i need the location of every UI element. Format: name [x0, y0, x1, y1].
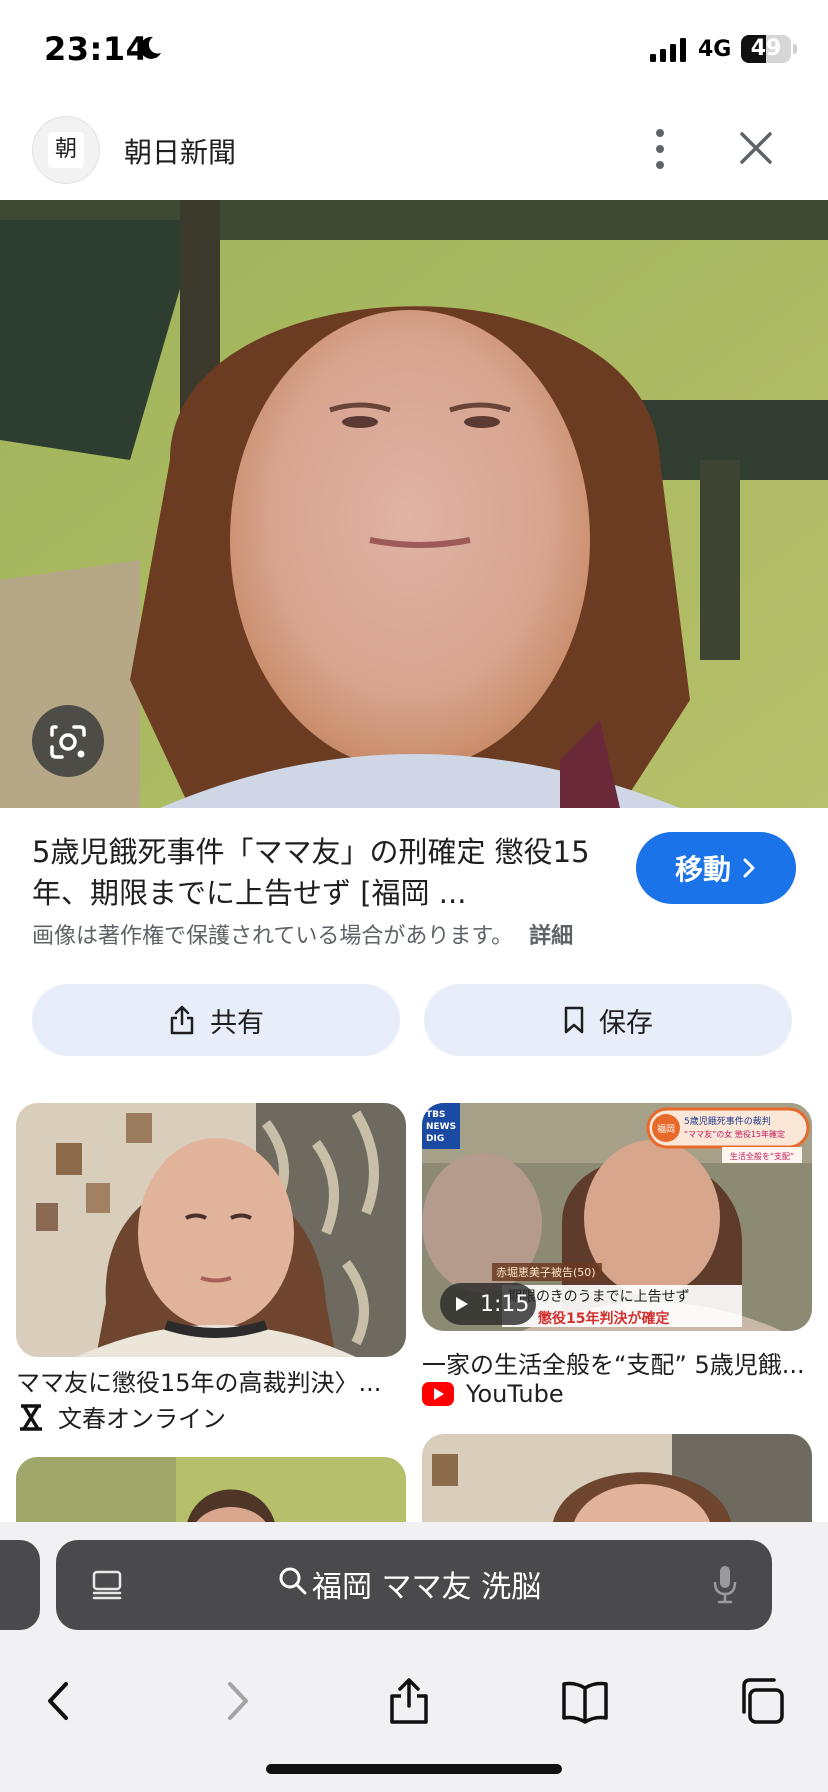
battery-icon: 49 — [741, 35, 791, 63]
visit-button[interactable]: 移動 — [636, 832, 796, 904]
overlay-caption-name: 赤堀恵美子被告(50) — [496, 1265, 596, 1279]
network-type: 4G — [698, 37, 732, 62]
related-image-3[interactable] — [16, 1457, 406, 1527]
overlay-headline-2: “ママ友”の女 懲役15年確定 — [684, 1129, 785, 1139]
video-duration: 1:15 — [480, 1291, 530, 1317]
copyright-text: 画像は著作権で保護されている場合があります。 — [32, 924, 514, 949]
share-label: 共有 — [210, 1007, 264, 1039]
share-button[interactable]: 共有 — [32, 984, 400, 1056]
lens-icon — [50, 725, 86, 759]
channel-logo-text-2: NEWS — [426, 1122, 456, 1132]
related-title-1[interactable]: ママ友に懲役15年の高裁判決〉... — [16, 1363, 406, 1398]
source-logo[interactable]: 朝 — [32, 116, 100, 184]
related-title-2[interactable]: 一家の生活全般を“支配” 5歳児餓... — [422, 1345, 812, 1380]
related-source-name-1: 文春オンライン — [58, 1405, 226, 1433]
play-icon — [456, 1297, 468, 1311]
video-duration-badge: 1:15 — [440, 1283, 536, 1325]
channel-logo-text-3: DIG — [426, 1134, 444, 1144]
status-bar: 23:14 4G 49 — [0, 0, 828, 100]
browser-bottom-bar: 福岡 ママ友 洗脳 — [0, 1522, 828, 1792]
address-bar[interactable]: 福岡 ママ友 洗脳 — [56, 1540, 772, 1630]
save-button[interactable]: 保存 — [424, 984, 792, 1056]
bookmarks-icon[interactable] — [560, 1676, 610, 1726]
page-menu-icon[interactable] — [90, 1568, 124, 1602]
related-image-4[interactable] — [422, 1434, 812, 1527]
previous-tab-preview[interactable] — [0, 1540, 40, 1630]
address-text[interactable]: 福岡 ママ友 洗脳 — [312, 1562, 541, 1606]
bookmark-icon — [564, 1006, 584, 1034]
main-photo — [0, 200, 828, 808]
related-photo-3 — [16, 1457, 406, 1527]
main-image[interactable] — [0, 200, 828, 808]
share-icon — [170, 1005, 194, 1035]
channel-logo-text: TBS — [426, 1110, 445, 1120]
overlay-caption-2: 懲役15年判決が確定 — [537, 1310, 669, 1327]
tabs-icon[interactable] — [736, 1676, 786, 1726]
related-source-1[interactable]: 文春オンライン — [16, 1399, 226, 1434]
home-indicator[interactable] — [266, 1764, 562, 1774]
source-name[interactable]: 朝日新聞 — [124, 131, 236, 171]
save-label: 保存 — [599, 1007, 653, 1039]
more-options-icon[interactable] — [646, 126, 674, 172]
youtube-icon — [422, 1382, 454, 1406]
battery-percent: 49 — [750, 36, 782, 61]
forward-icon[interactable] — [212, 1676, 262, 1726]
close-icon[interactable] — [736, 128, 776, 168]
microphone-icon[interactable] — [712, 1564, 738, 1604]
bunshun-logo-icon — [20, 1403, 42, 1431]
copyright-notice: 画像は著作権で保護されている場合があります。 詳細 — [32, 918, 573, 950]
related-photo-1 — [16, 1103, 406, 1357]
status-time: 23:14 — [44, 30, 149, 68]
related-source-2[interactable]: YouTube — [422, 1380, 564, 1408]
details-link[interactable]: 詳細 — [529, 924, 573, 949]
overlay-headline-3: 生活全般を“支配” — [730, 1151, 794, 1161]
chevron-right-icon — [743, 858, 755, 878]
moon-icon — [140, 36, 161, 59]
related-source-name-2: YouTube — [466, 1380, 564, 1408]
google-lens-button[interactable] — [32, 705, 104, 777]
source-header: 朝 朝日新聞 — [0, 100, 828, 200]
battery-tip — [793, 44, 797, 54]
related-photo-4 — [422, 1434, 812, 1527]
result-title[interactable]: 5歳児餓死事件「ママ友」の刑確定 懲役15年、期限までに上告せず [福岡 ... — [32, 832, 602, 914]
cellular-signal-icon — [650, 38, 686, 62]
related-image-1[interactable] — [16, 1103, 406, 1357]
source-logo-glyph: 朝 — [48, 132, 84, 168]
back-icon[interactable] — [34, 1676, 84, 1726]
overlay-tag: 福岡 — [657, 1123, 675, 1135]
visit-label: 移動 — [674, 853, 731, 886]
related-video-2[interactable]: TBS NEWS DIG 福岡 5歳児餓死事件の裁判 “ママ友”の女 懲役15年… — [422, 1103, 812, 1331]
browser-toolbar — [0, 1660, 828, 1740]
search-icon — [279, 1567, 307, 1595]
overlay-headline-1: 5歳児餓死事件の裁判 — [684, 1115, 771, 1127]
share-icon[interactable] — [384, 1676, 434, 1726]
